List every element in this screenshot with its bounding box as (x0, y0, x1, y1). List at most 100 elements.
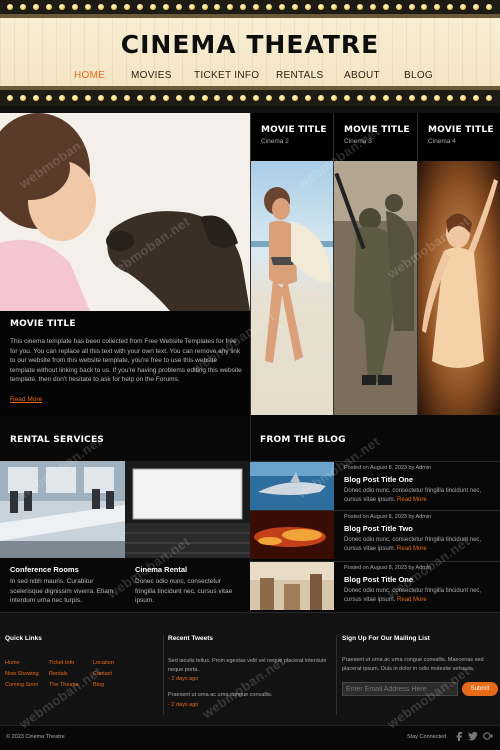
movie-card-cinema-3[interactable]: MOVIE TITLE Cinema 3 (333, 113, 417, 415)
blog-post-1[interactable]: Posted on August 8, 2023 by Admin Blog P… (250, 461, 500, 510)
movie-title[interactable]: MOVIE TITLE (344, 125, 417, 135)
blog-read-more-link[interactable]: Read More (397, 597, 427, 603)
rentals-and-blog-section: RENTAL SERVICES FROM THE BLOG Conference… (0, 415, 500, 612)
blog-thumbnail[interactable] (250, 462, 334, 510)
beach-surfer-image (251, 161, 333, 415)
marquee-bulb (343, 95, 350, 101)
tweet-2: Praesent ut urna ac urna congue convalli… (168, 691, 333, 708)
footer-divider (163, 635, 164, 715)
footer-link-location[interactable]: Location (93, 658, 114, 669)
rental-image[interactable] (0, 461, 125, 558)
marquee-bulb (330, 4, 337, 10)
footer-link-coming-soon[interactable]: Coming Soon (5, 680, 39, 691)
footer-link-home[interactable]: Home (5, 658, 39, 669)
marquee-bulb (85, 4, 92, 10)
conference-room-image (0, 461, 125, 558)
marquee-bulb (369, 4, 376, 10)
rental-title[interactable]: Conference Rooms (10, 565, 115, 574)
marquee-bulb (317, 4, 324, 10)
blog-post-3[interactable]: Posted on August 8, 2023 by Admin Blog P… (250, 561, 500, 610)
quick-links-col-2: Ticket Info Rentals The Theatre (49, 658, 79, 691)
blog-thumbnail[interactable] (250, 511, 334, 559)
marquee-bulb (7, 95, 14, 101)
marquee-bulb (59, 4, 66, 10)
movie-poster-image[interactable] (418, 161, 500, 415)
movie-card-cinema-4[interactable]: MOVIE TITLE Cinema 4 (417, 113, 500, 415)
nav-movies[interactable]: MOVIES (131, 70, 172, 81)
marquee-bulb (72, 4, 79, 10)
marquee-bulb (305, 95, 312, 101)
blog-post-2[interactable]: Posted on August 8, 2023 by Admin Blog P… (250, 510, 500, 559)
movie-screen: Cinema 3 (344, 138, 372, 145)
featured-movie-image[interactable] (0, 113, 250, 311)
blog-post-title[interactable]: Blog Post Title One (344, 475, 413, 484)
marquee-bulb (227, 4, 234, 10)
blog-heading: FROM THE BLOG (260, 435, 346, 445)
marquee-bulb (317, 95, 324, 101)
fire-image (250, 511, 334, 559)
footer-link-now-showing[interactable]: Now Showing (5, 669, 39, 680)
nav-blog[interactable]: BLOG (404, 70, 433, 81)
rental-image[interactable] (125, 461, 250, 558)
marquee-bulb (279, 95, 286, 101)
email-field[interactable] (342, 682, 458, 696)
quick-links-col-1: Home Now Showing Coming Soon (5, 658, 39, 691)
featured-read-more-link[interactable]: Read More (10, 396, 42, 403)
marquee-bulb (343, 4, 350, 10)
blog-post-title[interactable]: Blog Post Title One (344, 575, 413, 584)
marquee-bulb (214, 4, 221, 10)
featured-movie-title[interactable]: MOVIE TITLE (10, 319, 242, 329)
marquee-bulb (253, 4, 260, 10)
nav-home[interactable]: HOME (74, 70, 105, 81)
blog-read-more-link[interactable]: Read More (397, 497, 427, 503)
rental-description: Donec odio nunc, consectetur fringilla t… (135, 578, 233, 604)
marquee-bulbs-bottom (0, 90, 500, 106)
marquee-bulb (46, 4, 53, 10)
footer-link-ticket-info[interactable]: Ticket Info (49, 658, 79, 669)
marquee-bulb (214, 95, 221, 101)
marquee-bulb (85, 95, 92, 101)
twitter-icon[interactable] (468, 731, 478, 741)
mailing-list-text: Praesent ut urna ac urna congue convalli… (342, 657, 484, 672)
marquee-bulb (408, 95, 415, 101)
rental-description: In sed nibh mauris. Curabitur scelerisqu… (10, 578, 114, 604)
blog-read-more-link[interactable]: Read More (397, 546, 427, 552)
movie-card-cinema-2[interactable]: MOVIE TITLE Cinema 2 (250, 113, 333, 415)
blog-post-title[interactable]: Blog Post Title Two (344, 524, 413, 533)
marquee-bulb (98, 4, 105, 10)
marquee-bulb (395, 4, 402, 10)
recent-tweets: Recent Tweets Sed iaculis tellus. Proin … (168, 635, 333, 708)
marquee-bulb (123, 4, 130, 10)
rental-card-conference[interactable]: Conference Rooms In sed nibh mauris. Cur… (0, 461, 125, 612)
movie-title[interactable]: MOVIE TITLE (261, 125, 333, 135)
site-title[interactable]: CINEMA THEATRE (0, 30, 500, 59)
marquee-bulb (266, 4, 273, 10)
rental-title[interactable]: Cinema Rental (135, 565, 240, 574)
stay-connected-label: Stay Connected (407, 734, 447, 740)
subscribe-button[interactable]: Submit (462, 682, 498, 696)
movie-poster-image[interactable] (334, 161, 417, 415)
facebook-icon[interactable] (454, 731, 464, 741)
nav-ticket-info[interactable]: TICKET INFO (194, 70, 259, 81)
marquee-bulb (253, 95, 260, 101)
rental-card-cinema[interactable]: Cinema Rental Donec odio nunc, consectet… (125, 461, 250, 612)
movie-title[interactable]: MOVIE TITLE (428, 125, 500, 135)
marquee-bulb (447, 95, 454, 101)
googleplus-icon[interactable] (483, 731, 493, 741)
footer-link-contact[interactable]: Contact (93, 669, 114, 680)
nav-rentals[interactable]: RENTALS (276, 70, 323, 81)
nav-about[interactable]: ABOUT (344, 70, 380, 81)
marquee-bulbs-top (0, 0, 500, 14)
footer-link-rentals[interactable]: Rentals (49, 669, 79, 680)
footer-link-blog[interactable]: Blog (93, 680, 114, 691)
marquee-bulb (356, 95, 363, 101)
marquee-bulb (175, 95, 182, 101)
marquee-bulb (188, 4, 195, 10)
tweet-date[interactable]: - 2 days ago (168, 676, 333, 682)
blog-thumbnail[interactable] (250, 562, 334, 610)
movie-poster-image[interactable] (251, 161, 333, 415)
marquee-bulb (486, 4, 493, 10)
tweet-date[interactable]: - 2 days ago (168, 702, 333, 708)
footer-link-the-theatre[interactable]: The Theatre (49, 680, 79, 691)
marquee-bulb (240, 95, 247, 101)
